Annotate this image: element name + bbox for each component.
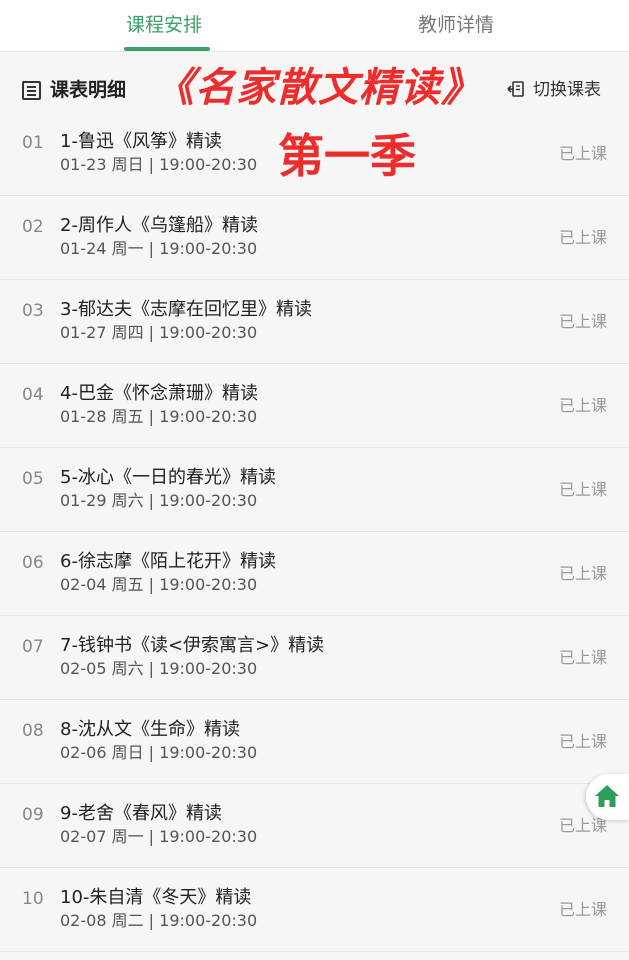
lesson-row[interactable]: 04 4-巴金《怀念萧珊》精读 01-28 周五 | 19:00-20:30 已… [0,364,629,448]
lesson-title: 7-钱钟书《读<伊索寓言>》精读 [60,635,325,656]
active-tab-indicator [124,47,210,51]
lesson-index: 10 [22,889,44,909]
lesson-time: 02-08 周二 | 19:00-20:30 [60,911,258,930]
lesson-time: 01-29 周六 | 19:00-20:30 [60,491,258,510]
lesson-list: 01 1-鲁迅《风筝》精读 01-23 周日 | 19:00-20:30 已上课… [0,112,629,952]
lesson-row[interactable]: 05 5-冰心《一日的春光》精读 01-29 周六 | 19:00-20:30 … [0,448,629,532]
tab-teacher-details[interactable]: 教师详情 [418,10,494,40]
home-icon [595,785,619,807]
lesson-index: 02 [22,217,44,237]
lesson-row[interactable]: 08 8-沈从文《生命》精读 02-06 周日 | 19:00-20:30 已上… [0,700,629,784]
lesson-time: 01-23 周日 | 19:00-20:30 [60,155,258,174]
lesson-title: 1-鲁迅《风筝》精读 [60,131,222,152]
lesson-time: 02-05 周六 | 19:00-20:30 [60,659,258,678]
lesson-title: 4-巴金《怀念萧珊》精读 [60,383,258,404]
lesson-title: 10-朱自清《冬天》精读 [60,887,252,908]
lesson-time: 01-24 周一 | 19:00-20:30 [60,239,258,258]
lesson-row[interactable]: 03 3-郁达夫《志摩在回忆里》精读 01-27 周四 | 19:00-20:3… [0,280,629,364]
lesson-row[interactable]: 02 2-周作人《乌篷船》精读 01-24 周一 | 19:00-20:30 已… [0,196,629,280]
lesson-time: 01-27 周四 | 19:00-20:30 [60,323,258,342]
lesson-status: 已上课 [558,312,607,331]
lesson-status: 已上课 [558,396,607,415]
lesson-index: 04 [22,385,44,405]
lesson-index: 03 [22,301,44,321]
lesson-status: 已上课 [558,564,607,583]
season-label: 第一季 [278,129,416,183]
lesson-row[interactable]: 07 7-钱钟书《读<伊索寓言>》精读 02-05 周六 | 19:00-20:… [0,616,629,700]
lesson-index: 06 [22,553,44,573]
promo-course-title: 《名家散文精读》 [154,65,482,111]
tab-bar: 课程安排 教师详情 [0,0,629,52]
lesson-index: 08 [22,721,44,741]
lesson-index: 01 [22,133,44,153]
lesson-status: 已上课 [558,480,607,499]
lesson-status: 已上课 [558,144,607,163]
lesson-status: 已上课 [558,900,607,919]
lesson-title: 2-周作人《乌篷船》精读 [60,215,258,236]
lesson-row[interactable]: 10 10-朱自清《冬天》精读 02-08 周二 | 19:00-20:30 已… [0,868,629,952]
lesson-time: 02-04 周五 | 19:00-20:30 [60,575,258,594]
lesson-time: 01-28 周五 | 19:00-20:30 [60,407,258,426]
lesson-title: 9-老舍《春风》精读 [60,803,222,824]
lesson-index: 05 [22,469,44,489]
lesson-title: 5-冰心《一日的春光》精读 [60,467,276,488]
lesson-time: 02-06 周日 | 19:00-20:30 [60,743,258,762]
switch-schedule-icon [507,81,524,97]
tab-schedule[interactable]: 课程安排 [126,10,202,40]
lesson-title: 3-郁达夫《志摩在回忆里》精读 [60,299,312,320]
lesson-row[interactable]: 09 9-老舍《春风》精读 02-07 周一 | 19:00-20:30 已上课 [0,784,629,868]
lesson-index: 07 [22,637,44,657]
switch-schedule-label: 切换课表 [533,80,601,100]
lesson-row[interactable]: 06 6-徐志摩《陌上花开》精读 02-04 周五 | 19:00-20:30 … [0,532,629,616]
table-list-icon [22,81,41,100]
schedule-detail-label: 课表明细 [50,79,127,101]
lesson-index: 09 [22,805,44,825]
lesson-time: 02-07 周一 | 19:00-20:30 [60,827,258,846]
home-button[interactable] [586,774,629,820]
lesson-status: 已上课 [558,228,607,247]
lesson-title: 6-徐志摩《陌上花开》精读 [60,551,276,572]
lesson-title: 8-沈从文《生命》精读 [60,719,240,740]
lesson-status: 已上课 [558,732,607,751]
lesson-status: 已上课 [558,648,607,667]
